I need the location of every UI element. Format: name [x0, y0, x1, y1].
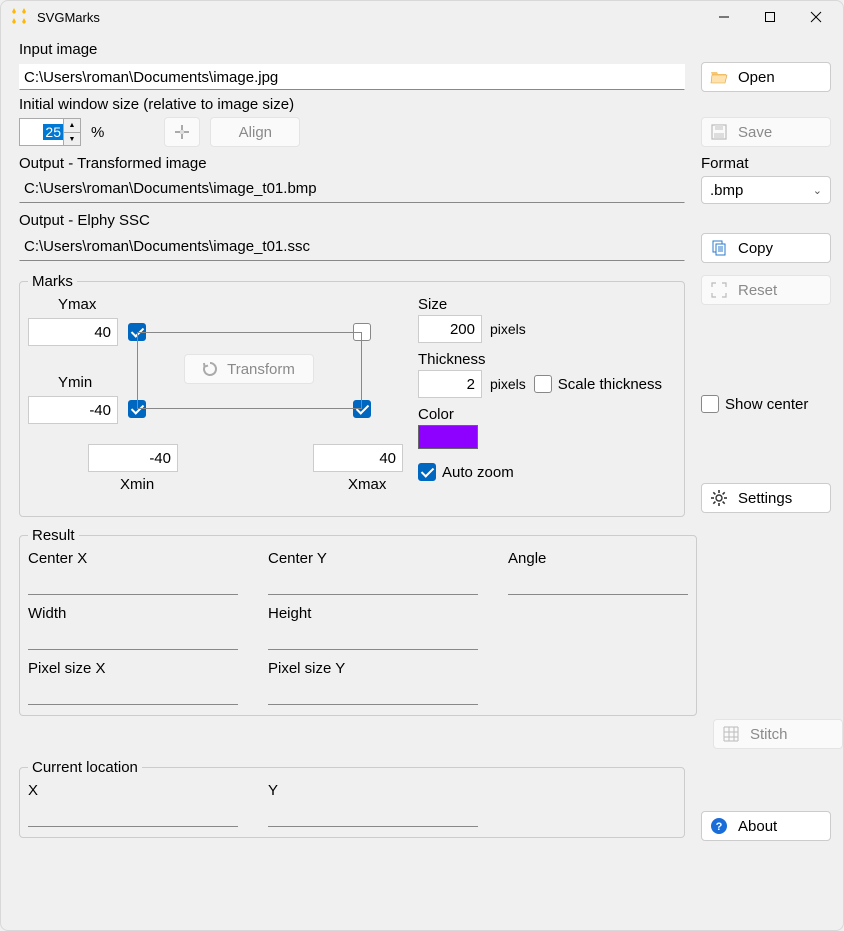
about-button[interactable]: ? About — [701, 811, 831, 841]
minimize-button[interactable] — [701, 1, 747, 33]
window-title: SVGMarks — [37, 10, 100, 25]
expand-icon — [710, 281, 728, 299]
input-image-path[interactable] — [19, 64, 685, 90]
chevron-down-icon: ⌄ — [813, 184, 822, 197]
stitch-button[interactable]: Stitch — [713, 719, 843, 749]
settings-button[interactable]: Settings — [701, 483, 831, 513]
show-center-checkbox[interactable] — [701, 395, 719, 413]
gear-icon — [710, 489, 728, 507]
save-button-label: Save — [738, 124, 772, 141]
ymin-input[interactable] — [28, 396, 118, 424]
settings-button-label: Settings — [738, 490, 792, 507]
output-ssc-path: C:\Users\roman\Documents\image_t01.ssc — [19, 235, 685, 261]
loc-x-value — [28, 801, 238, 827]
current-location-legend: Current location — [28, 759, 142, 776]
thickness-unit: pixels — [490, 376, 526, 392]
scale-thickness-checkbox[interactable] — [534, 375, 552, 393]
auto-zoom-label: Auto zoom — [442, 464, 514, 481]
open-button[interactable]: Open — [701, 62, 831, 92]
color-label: Color — [418, 406, 676, 423]
reset-button[interactable]: Reset — [701, 275, 831, 305]
grid-icon — [722, 725, 740, 743]
transform-button-label: Transform — [227, 361, 295, 378]
marks-group: Marks Ymax Ymin — [19, 273, 685, 517]
align-button-label: Align — [239, 124, 272, 141]
align-icon-button[interactable] — [164, 117, 200, 147]
marks-legend: Marks — [28, 273, 77, 290]
size-label: Size — [418, 296, 676, 313]
save-icon — [710, 123, 728, 141]
format-select[interactable]: .bmp ⌄ — [701, 176, 831, 204]
ymax-input[interactable] — [28, 318, 118, 346]
size-input[interactable] — [418, 315, 482, 343]
initial-window-label: Initial window size (relative to image s… — [19, 94, 685, 115]
pixel-size-y-label: Pixel size Y — [268, 660, 478, 677]
thickness-input[interactable] — [418, 370, 482, 398]
pixel-size-x-value — [28, 679, 238, 705]
center-x-value — [28, 569, 238, 595]
xmax-input[interactable] — [313, 444, 403, 472]
spin-up-icon[interactable]: ▲ — [63, 118, 81, 132]
maximize-button[interactable] — [747, 1, 793, 33]
close-button[interactable] — [793, 1, 839, 33]
spin-down-icon[interactable]: ▼ — [63, 132, 81, 146]
about-button-label: About — [738, 818, 777, 835]
current-location-group: Current location X Y — [19, 759, 685, 838]
height-value — [268, 624, 478, 650]
ymin-label: Ymin — [58, 374, 92, 391]
refresh-icon — [201, 360, 219, 378]
ymax-label: Ymax — [58, 296, 96, 313]
loc-y-value — [268, 801, 478, 827]
app-logo-icon — [9, 7, 29, 27]
open-button-label: Open — [738, 69, 775, 86]
folder-open-icon — [710, 68, 728, 86]
xmin-label: Xmin — [120, 476, 154, 493]
thickness-label: Thickness — [418, 351, 676, 368]
loc-y-label: Y — [268, 782, 478, 799]
stitch-button-label: Stitch — [750, 726, 788, 743]
help-icon: ? — [710, 817, 728, 835]
output-ssc-label: Output - Elphy SSC — [19, 210, 685, 231]
center-x-label: Center X — [28, 550, 238, 567]
save-button[interactable]: Save — [701, 117, 831, 147]
scale-thickness-label: Scale thickness — [558, 376, 662, 393]
input-image-label: Input image — [19, 39, 685, 60]
reset-button-label: Reset — [738, 282, 777, 299]
loc-x-label: X — [28, 782, 238, 799]
show-center-row: Show center — [701, 395, 831, 413]
xmin-input[interactable] — [88, 444, 178, 472]
svg-text:?: ? — [716, 821, 723, 833]
copy-button[interactable]: Copy — [701, 233, 831, 263]
center-y-label: Center Y — [268, 550, 478, 567]
app-window: SVGMarks Input image Open — [0, 0, 844, 931]
copy-icon — [710, 239, 728, 257]
result-group: Result Center X Center Y Angle — [19, 527, 697, 716]
center-y-value — [268, 569, 478, 595]
initial-window-size-value: 25 — [43, 124, 63, 140]
output-transformed-label: Output - Transformed image — [19, 153, 685, 174]
initial-window-size-input[interactable]: 25 ▲ ▼ — [19, 118, 81, 146]
format-value: .bmp — [710, 182, 743, 199]
angle-label: Angle — [508, 550, 688, 567]
width-value — [28, 624, 238, 650]
format-label: Format — [701, 153, 831, 174]
angle-value — [508, 569, 688, 595]
pixel-size-x-label: Pixel size X — [28, 660, 238, 677]
copy-button-label: Copy — [738, 240, 773, 257]
size-unit: pixels — [490, 321, 526, 337]
xmax-label: Xmax — [348, 476, 386, 493]
align-button[interactable]: Align — [210, 117, 300, 147]
result-legend: Result — [28, 527, 79, 544]
pixel-size-y-value — [268, 679, 478, 705]
auto-zoom-checkbox[interactable] — [418, 463, 436, 481]
color-swatch[interactable] — [418, 425, 478, 449]
output-transformed-path: C:\Users\roman\Documents\image_t01.bmp — [19, 177, 685, 203]
titlebar: SVGMarks — [1, 1, 843, 33]
transform-button[interactable]: Transform — [184, 354, 314, 384]
show-center-label: Show center — [725, 396, 808, 413]
height-label: Height — [268, 605, 478, 622]
initial-window-unit: % — [91, 124, 104, 141]
width-label: Width — [28, 605, 238, 622]
